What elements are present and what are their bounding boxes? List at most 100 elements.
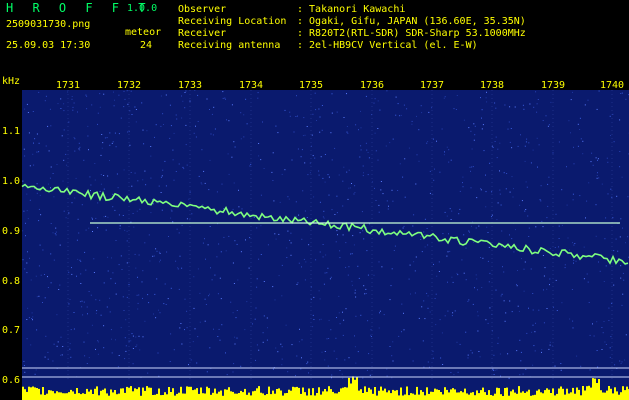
activity-bar: [160, 395, 162, 400]
noise-speck: [522, 373, 524, 375]
activity-bar: [350, 383, 352, 400]
noise-speck: [22, 230, 24, 232]
activity-bar: [88, 391, 90, 400]
noise-speck: [97, 341, 99, 343]
noise-speck: [474, 134, 476, 136]
noise-speck: [434, 168, 435, 170]
noise-speck: [426, 292, 428, 294]
noise-speck: [55, 231, 57, 233]
noise-speck: [44, 356, 46, 358]
noise-speck: [403, 312, 404, 314]
noise-speck: [435, 324, 437, 326]
noise-speck: [532, 324, 534, 326]
noise-speck: [526, 186, 528, 188]
noise-speck: [90, 184, 92, 186]
noise-speck: [95, 217, 97, 219]
activity-bar: [340, 388, 342, 400]
noise-speck: [100, 183, 102, 185]
noise-speck: [386, 90, 388, 92]
noise-speck: [486, 226, 488, 228]
activity-bar: [34, 387, 36, 400]
noise-speck: [518, 310, 520, 312]
noise-speck: [123, 106, 125, 108]
noise-speck: [52, 173, 54, 174]
activity-bar: [596, 383, 598, 400]
noise-speck: [147, 294, 149, 296]
noise-speck: [148, 234, 150, 236]
noise-speck: [23, 365, 25, 366]
noise-speck: [40, 214, 42, 216]
noise-speck: [365, 288, 367, 290]
noise-speck: [289, 239, 291, 241]
noise-speck: [330, 329, 332, 331]
noise-speck: [22, 259, 24, 261]
file-name: 2509031730.png: [6, 19, 91, 30]
noise-speck: [451, 210, 453, 212]
noise-speck: [354, 335, 355, 337]
activity-bar: [348, 377, 350, 400]
noise-speck: [202, 242, 204, 244]
noise-speck: [374, 132, 376, 134]
noise-speck: [327, 365, 329, 367]
noise-speck: [351, 284, 353, 286]
noise-speck: [107, 216, 109, 218]
noise-speck: [331, 209, 333, 211]
activity-bar: [110, 389, 112, 400]
noise-speck: [132, 335, 134, 337]
activity-bar: [430, 391, 432, 400]
noise-speck: [47, 183, 49, 185]
activity-bar: [376, 395, 378, 400]
noise-speck: [474, 125, 476, 127]
noise-speck: [71, 267, 72, 269]
noise-speck: [339, 370, 341, 371]
noise-speck: [349, 187, 351, 189]
noise-speck: [542, 255, 544, 256]
activity-bar: [490, 395, 492, 400]
noise-speck: [103, 282, 105, 284]
noise-speck: [472, 303, 474, 305]
activity-bar: [560, 386, 562, 400]
noise-speck: [54, 233, 56, 235]
noise-speck: [617, 250, 619, 252]
activity-bar: [136, 389, 138, 400]
noise-speck: [73, 312, 75, 313]
noise-speck: [158, 309, 159, 311]
noise-speck: [116, 173, 118, 175]
spectrogram-plot: kHz 1731 1732 1733 1734 1735 1736 1737 1…: [0, 72, 629, 400]
noise-speck: [363, 285, 365, 287]
noise-speck: [103, 216, 105, 218]
noise-speck: [444, 96, 446, 98]
noise-speck: [137, 302, 139, 304]
noise-speck: [491, 216, 492, 218]
noise-speck: [258, 143, 260, 144]
noise-speck: [358, 277, 360, 279]
activity-bar: [538, 389, 540, 400]
noise-speck: [623, 279, 625, 281]
noise-speck: [29, 257, 30, 259]
noise-speck: [432, 138, 434, 140]
noise-speck: [316, 120, 317, 121]
noise-speck: [204, 320, 206, 322]
noise-speck: [394, 245, 396, 247]
noise-speck: [178, 232, 180, 234]
noise-speck: [608, 320, 610, 321]
noise-speck: [186, 310, 188, 312]
noise-speck: [169, 361, 171, 362]
activity-bar: [482, 387, 484, 400]
noise-speck: [497, 342, 499, 344]
noise-speck: [474, 287, 475, 289]
noise-speck: [462, 176, 464, 178]
noise-speck: [241, 208, 243, 210]
noise-speck: [89, 176, 91, 178]
noise-speck: [572, 327, 574, 329]
noise-speck: [609, 347, 611, 349]
activity-bar: [254, 390, 256, 400]
noise-speck: [50, 187, 51, 189]
noise-speck: [327, 174, 329, 176]
noise-speck: [583, 278, 585, 280]
noise-speck: [564, 267, 566, 269]
noise-speck: [95, 348, 96, 350]
activity-bar: [494, 393, 496, 400]
noise-speck: [573, 259, 575, 261]
noise-speck: [402, 227, 404, 229]
